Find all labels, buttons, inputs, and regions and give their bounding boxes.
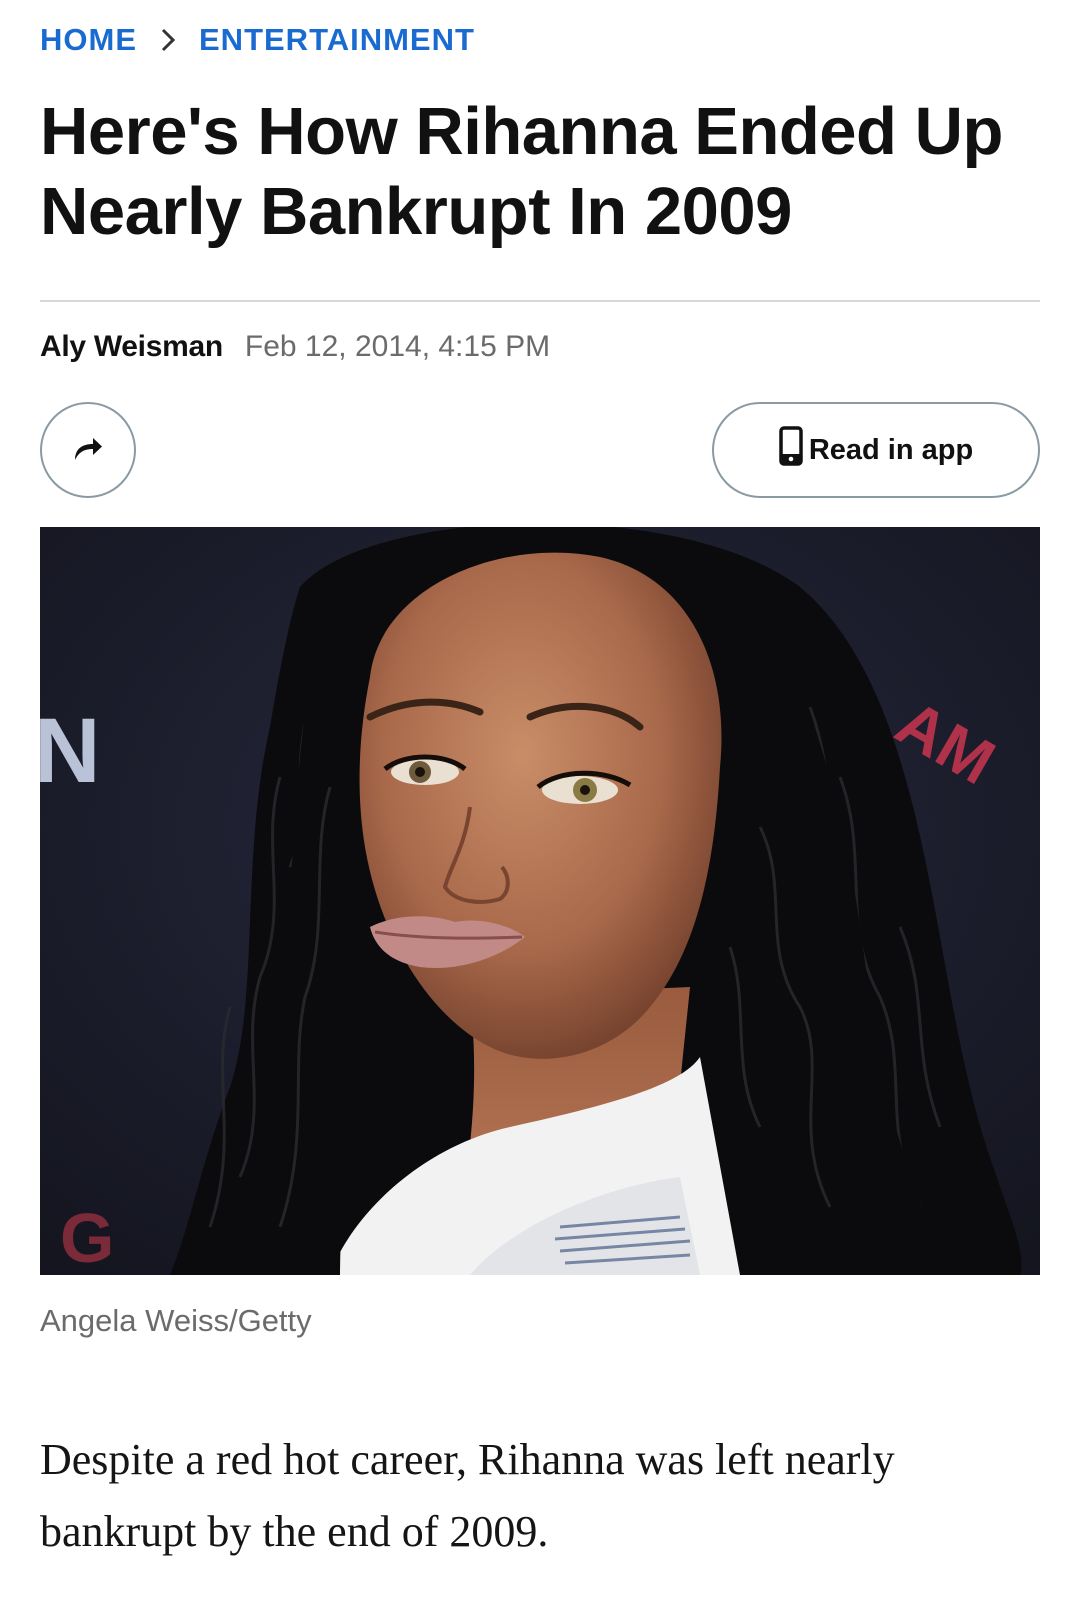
read-in-app-button[interactable]: Read in app <box>712 402 1040 498</box>
article-lede: Despite a red hot career, Rihanna was le… <box>40 1435 895 1556</box>
article-photo: N AM G <box>40 527 1040 1275</box>
share-arrow-icon <box>71 433 105 468</box>
author-name[interactable]: Aly Weisman <box>40 330 223 364</box>
breadcrumb: HOME ENTERTAINMENT <box>40 22 475 58</box>
backdrop-letter-bottom: G <box>60 1199 114 1275</box>
breadcrumb-home-link[interactable]: HOME <box>40 22 137 58</box>
phone-icon <box>779 426 803 474</box>
share-button[interactable] <box>40 402 136 498</box>
photo-credit: Angela Weiss/Getty <box>40 1303 312 1338</box>
publish-date: Feb 12, 2014, 4:15 PM <box>244 330 551 363</box>
backdrop-letter-left: N <box>40 700 100 802</box>
read-in-app-label: Read in app <box>808 433 974 466</box>
byline: Aly Weisman Feb 12, 2014, 4:15 PM <box>40 330 550 364</box>
article-headline: Here's How Rihanna Ended Up Nearly Bankr… <box>40 94 1003 249</box>
header-divider <box>40 300 1040 302</box>
chevron-right-icon <box>155 27 181 53</box>
breadcrumb-section-link[interactable]: ENTERTAINMENT <box>199 22 475 58</box>
